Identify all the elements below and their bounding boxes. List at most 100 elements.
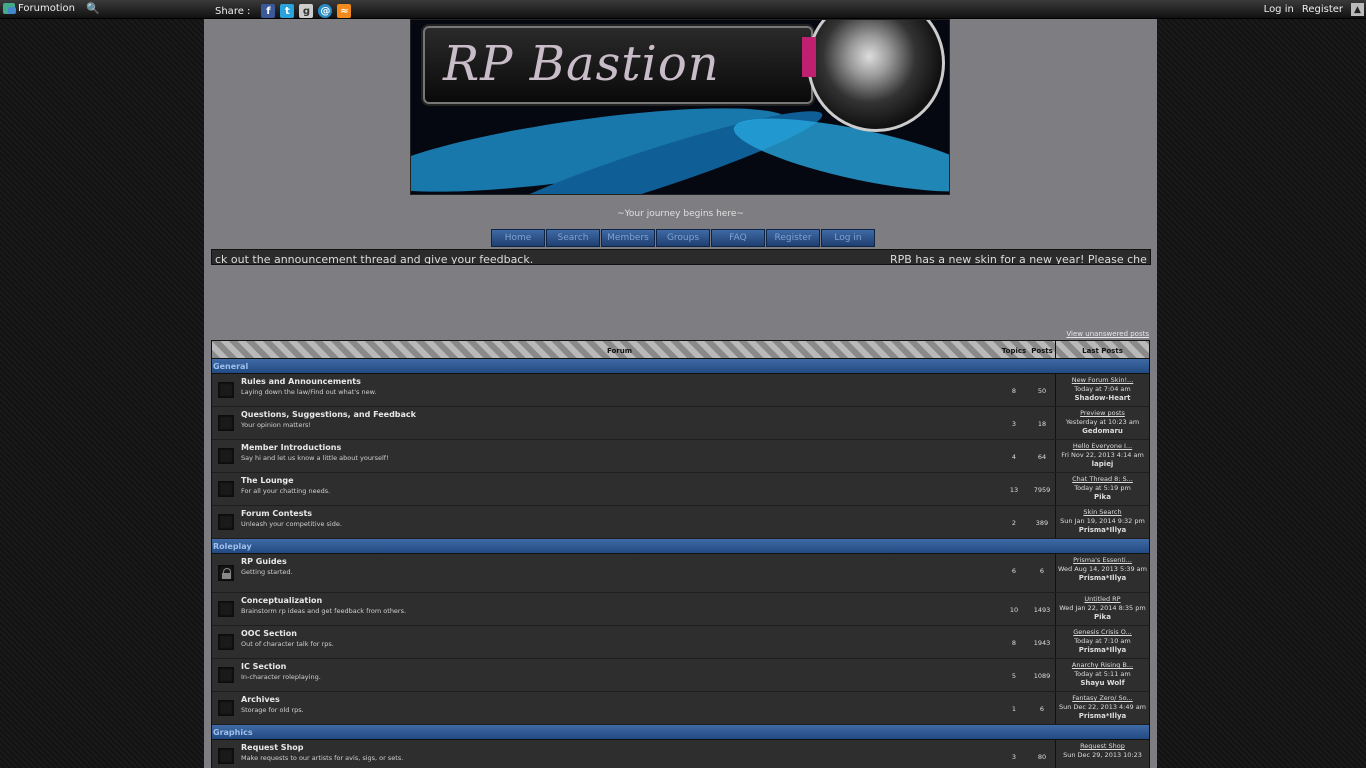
nav-faq-button[interactable]: FAQ bbox=[711, 229, 765, 247]
forum-title-link[interactable]: Archives bbox=[241, 695, 999, 704]
forum-icon-cell bbox=[212, 554, 240, 592]
forum-title-link[interactable]: Member Introductions bbox=[241, 443, 999, 452]
last-post-link[interactable]: Preview posts bbox=[1056, 409, 1149, 418]
post-count: 80 bbox=[1037, 753, 1047, 761]
last-post-link[interactable]: Genesis Crisis O... bbox=[1056, 628, 1149, 637]
google-plus-icon[interactable]: g bbox=[299, 4, 314, 18]
forum-status-icon bbox=[218, 382, 234, 398]
scroll-top-icon[interactable]: ▲ bbox=[1351, 3, 1364, 16]
last-post-user[interactable]: Gedomaru bbox=[1056, 427, 1149, 436]
last-post-date: Sun Dec 22, 2013 4:49 am bbox=[1058, 703, 1147, 711]
forum-title-link[interactable]: OOC Section bbox=[241, 629, 999, 638]
forum-row: Forum Contests Unleash your competitive s… bbox=[212, 506, 1149, 539]
category-general[interactable]: General bbox=[212, 359, 1149, 374]
nav-search-button[interactable]: Search bbox=[546, 229, 600, 247]
forum-row: Conceptualization Brainstorm rp ideas and… bbox=[212, 593, 1149, 626]
forum-description: Your opinion matters! bbox=[241, 421, 312, 429]
forum-description: Brainstorm rp ideas and get feedback fro… bbox=[241, 607, 407, 615]
forum-status-icon bbox=[218, 448, 234, 464]
category-roleplay[interactable]: Roleplay bbox=[212, 539, 1149, 554]
forum-status-icon bbox=[218, 700, 234, 716]
nav-register-button[interactable]: Register bbox=[766, 229, 820, 247]
last-post-link[interactable]: Fantasy Zero/ So... bbox=[1056, 694, 1149, 703]
last-post-date: Wed Jan 22, 2014 8:35 pm bbox=[1059, 604, 1146, 612]
forum-row: Rules and Announcements Laying down the l… bbox=[212, 374, 1149, 407]
forum-row: Archives Storage for old rps. 1 6 Fantasy… bbox=[212, 692, 1149, 725]
rss-icon[interactable]: ≈ bbox=[337, 4, 352, 18]
email-icon[interactable]: @ bbox=[318, 4, 333, 18]
main-nav: Home Search Members Groups FAQ Register … bbox=[491, 229, 875, 247]
forum-title-link[interactable]: Forum Contests bbox=[241, 509, 999, 518]
header-spacer bbox=[212, 341, 240, 358]
last-post-link[interactable]: Anarchy Rising B... bbox=[1056, 661, 1149, 670]
last-post: Preview posts Yesterday at 10:23 am Gedoma… bbox=[1055, 407, 1149, 439]
last-post-user[interactable]: Pika bbox=[1056, 613, 1149, 622]
forumotion-brand[interactable]: Forumotion bbox=[3, 3, 75, 14]
locked-forum-icon bbox=[218, 565, 234, 581]
last-post-date: Wed Aug 14, 2013 5:39 am bbox=[1058, 565, 1147, 573]
forum-title-link[interactable]: RP Guides bbox=[241, 557, 999, 566]
post-count: 64 bbox=[1037, 453, 1047, 461]
header-posts: Posts bbox=[1031, 347, 1053, 355]
nav-home-button[interactable]: Home bbox=[491, 229, 545, 247]
forum-banner[interactable]: RP Bastion bbox=[410, 19, 950, 195]
forum-status-icon bbox=[218, 601, 234, 617]
last-post-user[interactable]: Prisma*Illya bbox=[1056, 712, 1149, 721]
twitter-icon[interactable]: t bbox=[280, 4, 295, 18]
view-unanswered-link[interactable]: View unanswered posts bbox=[1066, 330, 1149, 338]
last-post-date: Today at 5:19 pm bbox=[1074, 484, 1131, 492]
facebook-icon[interactable]: f bbox=[261, 4, 276, 18]
ticker-text: ck out the announcement thread and give … bbox=[215, 253, 534, 265]
forum-description: Unleash your competitive side. bbox=[241, 520, 342, 528]
forum-status-icon bbox=[218, 415, 234, 431]
last-post: Request Shop Sun Dec 29, 2013 10:23 bbox=[1055, 740, 1149, 768]
topic-count: 3 bbox=[1011, 753, 1017, 761]
login-link[interactable]: Log in bbox=[1264, 4, 1294, 15]
nav-groups-button[interactable]: Groups bbox=[656, 229, 710, 247]
post-count: 6 bbox=[1039, 567, 1045, 575]
last-post-link[interactable]: Untitled RP bbox=[1056, 595, 1149, 604]
forum-description: Out of character talk for rps. bbox=[241, 640, 334, 648]
last-post-user[interactable]: Shayu Wolf bbox=[1056, 679, 1149, 688]
tagline: ~Your journey begins here~ bbox=[617, 209, 744, 219]
forum-icon-cell bbox=[212, 440, 240, 472]
forum-title-link[interactable]: Rules and Announcements bbox=[241, 377, 999, 386]
last-post-date: Yesterday at 10:23 am bbox=[1065, 418, 1140, 426]
last-post-link[interactable]: Chat Thread 8: S... bbox=[1056, 475, 1149, 484]
header-forum: Forum bbox=[606, 347, 633, 355]
category-graphics[interactable]: Graphics bbox=[212, 725, 1149, 740]
last-post-user[interactable]: Prisma*Illya bbox=[1056, 526, 1149, 535]
nav-members-button[interactable]: Members bbox=[601, 229, 655, 247]
forum-row: Questions, Suggestions, and Feedback Your… bbox=[212, 407, 1149, 440]
last-post-user[interactable]: Prisma*Illya bbox=[1056, 646, 1149, 655]
forum-title-link[interactable]: IC Section bbox=[241, 662, 999, 671]
last-post: Skin Search Sun Jan 19, 2014 9:32 pm Prism… bbox=[1055, 506, 1149, 538]
last-post-link[interactable]: Request Shop bbox=[1056, 742, 1149, 751]
forum-title-link[interactable]: Questions, Suggestions, and Feedback bbox=[241, 410, 999, 419]
last-post: Chat Thread 8: S... Today at 5:19 pm Pika bbox=[1055, 473, 1149, 505]
last-post-link[interactable]: Prisma's Essenti... bbox=[1056, 556, 1149, 565]
topic-count: 8 bbox=[1011, 639, 1017, 647]
forum-title-link[interactable]: The Lounge bbox=[241, 476, 999, 485]
forum-title-link[interactable]: Request Shop bbox=[241, 743, 999, 752]
last-post-user[interactable]: Shadow-Heart bbox=[1056, 394, 1149, 403]
last-post-date: Today at 7:10 am bbox=[1074, 637, 1131, 645]
last-post-user[interactable]: Pika bbox=[1056, 493, 1149, 502]
forum-icon-cell bbox=[212, 692, 240, 724]
forum-title-link[interactable]: Conceptualization bbox=[241, 596, 999, 605]
post-count: 1943 bbox=[1033, 639, 1051, 647]
forum-row: Request Shop Make requests to our artists… bbox=[212, 740, 1149, 768]
register-link[interactable]: Register bbox=[1302, 4, 1343, 15]
last-post-user[interactable]: lapiej bbox=[1056, 460, 1149, 469]
last-post-link[interactable]: Skin Search bbox=[1056, 508, 1149, 517]
topic-count: 10 bbox=[1009, 606, 1019, 614]
last-post-link[interactable]: Hello Everyone I... bbox=[1056, 442, 1149, 451]
forum-icon-cell bbox=[212, 506, 240, 538]
post-count: 1089 bbox=[1033, 672, 1051, 680]
last-post-link[interactable]: New Forum Skin!... bbox=[1056, 376, 1149, 385]
last-post-user[interactable]: Prisma*Illya bbox=[1056, 574, 1149, 583]
nav-login-button[interactable]: Log in bbox=[821, 229, 875, 247]
forum-row: Member Introductions Say hi and let us kn… bbox=[212, 440, 1149, 473]
forum-status-icon bbox=[218, 481, 234, 497]
search-icon[interactable]: 🔍 bbox=[86, 2, 100, 15]
